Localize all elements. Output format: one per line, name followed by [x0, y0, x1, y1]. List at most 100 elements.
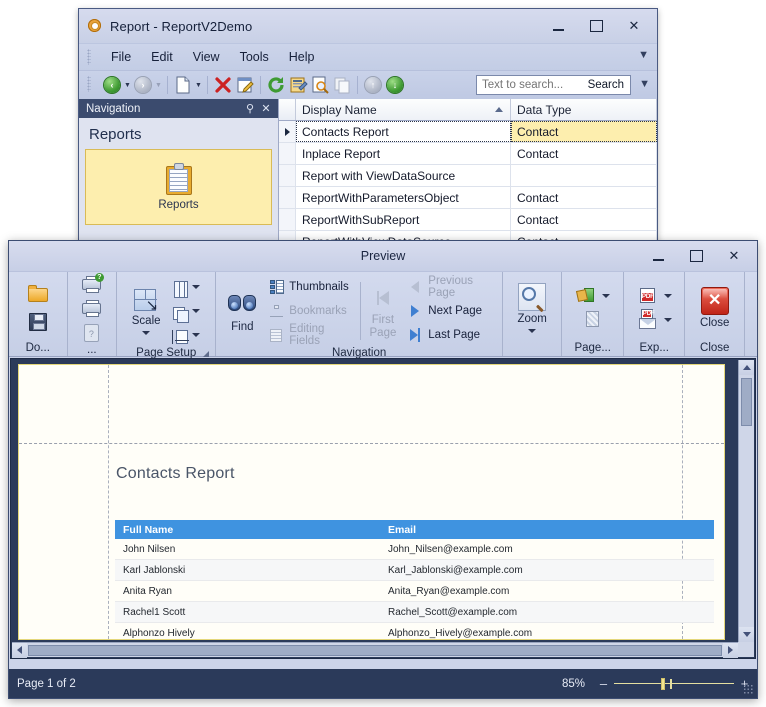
close-icon[interactable]: ✕: [258, 102, 274, 115]
next-page-button[interactable]: Next Page: [405, 299, 496, 323]
save-record-icon[interactable]: [288, 75, 308, 95]
email-pdf-button[interactable]: PDF: [635, 308, 674, 332]
preview-titlebar[interactable]: Preview ✕: [9, 241, 757, 271]
vertical-scroll-thumb[interactable]: [741, 378, 752, 426]
resize-grip[interactable]: [743, 684, 753, 694]
close-button[interactable]: ✕: [715, 243, 753, 269]
find-button[interactable]: Find: [222, 289, 262, 334]
chevron-down-icon[interactable]: [663, 317, 672, 322]
grid-header-row: Display Name Data Type: [279, 99, 657, 121]
search-button[interactable]: Search: [582, 79, 630, 91]
zoom-slider-thumb[interactable]: [661, 677, 665, 690]
previous-page-button: Previous Page: [405, 275, 496, 299]
chevron-down-icon[interactable]: [663, 293, 672, 298]
delete-icon[interactable]: [213, 75, 233, 95]
email-pdf-icon: PDF: [637, 308, 659, 331]
pin-icon[interactable]: ⚲: [242, 102, 258, 115]
horizontal-scrollbar[interactable]: [12, 642, 738, 658]
close-preview-button[interactable]: ✕ Close: [692, 285, 738, 330]
chevron-up-icon: [742, 365, 751, 370]
export-pdf-button[interactable]: PDF: [635, 284, 674, 308]
search-input[interactable]: [477, 79, 582, 91]
reports-grid: Display Name Data Type Contacts Report C…: [279, 99, 657, 249]
page-color-button[interactable]: [573, 284, 612, 308]
copy-icon: [332, 75, 352, 95]
toolbar-separator: [167, 76, 168, 94]
table-row[interactable]: Report with ViewDataSource: [279, 165, 657, 187]
minimize-button[interactable]: [639, 243, 677, 269]
move-down-icon[interactable]: ↓: [385, 75, 405, 95]
back-icon[interactable]: ‹: [102, 75, 122, 95]
table-row[interactable]: Contacts Report Contact: [279, 121, 657, 143]
zoom-button[interactable]: Zoom: [509, 281, 555, 333]
table-row[interactable]: ReportWithSubReport Contact: [279, 209, 657, 231]
table-row[interactable]: ReportWithParametersObject Contact: [279, 187, 657, 209]
menu-item-edit[interactable]: Edit: [141, 47, 183, 67]
page-setup-small-buttons: [169, 275, 202, 347]
current-row-icon: [284, 127, 290, 136]
scroll-left-button[interactable]: [12, 642, 27, 658]
chevron-down-icon[interactable]: [192, 285, 201, 289]
toolbar-grip[interactable]: [87, 76, 91, 92]
chevron-down-icon[interactable]: [192, 309, 201, 313]
margins-button[interactable]: [169, 323, 202, 347]
vertical-scrollbar[interactable]: [738, 360, 754, 642]
horizontal-scroll-thumb[interactable]: [28, 644, 722, 656]
dialog-launcher-icon[interactable]: [203, 351, 210, 357]
page-orientation-button[interactable]: [169, 275, 202, 299]
toolbar-overflow-icon[interactable]: ▼: [639, 78, 650, 90]
margin-guide-top: [19, 443, 724, 444]
maximize-button[interactable]: [577, 13, 615, 39]
print-preview-icon[interactable]: ?: [81, 273, 104, 296]
close-button[interactable]: ✕: [615, 13, 653, 39]
report-cell-email: John_Nilsen@example.com: [388, 543, 513, 555]
preview-document-area[interactable]: Contacts Report Full Name Email John Nil…: [10, 358, 756, 659]
close-icon: ✕: [728, 248, 740, 263]
grid-indicator-header: [279, 99, 296, 120]
menu-item-tools[interactable]: Tools: [230, 47, 279, 67]
scroll-right-button[interactable]: [723, 642, 738, 658]
watermark-button[interactable]: [580, 308, 606, 332]
menu-item-file[interactable]: File: [101, 47, 141, 67]
magnifier-icon: [518, 283, 547, 312]
save-floppy-icon[interactable]: [27, 311, 49, 333]
find-icon[interactable]: [310, 75, 330, 95]
minimize-button[interactable]: [539, 13, 577, 39]
move-up-icon: ↑: [363, 75, 383, 95]
nav-card-reports[interactable]: Reports: [85, 149, 272, 225]
back-dropdown-icon[interactable]: ▼: [123, 75, 132, 95]
zoom-slider-track[interactable]: [614, 677, 734, 690]
zoom-out-button[interactable]: –: [599, 676, 608, 691]
next-page-icon: [407, 303, 423, 319]
clipboard-icon: ?: [81, 322, 103, 344]
table-row[interactable]: Inplace Report Contact: [279, 143, 657, 165]
paper-size-button[interactable]: [169, 299, 202, 323]
scroll-up-button[interactable]: [739, 360, 754, 375]
main-window-titlebar[interactable]: Report - ReportV2Demo ✕: [79, 9, 657, 43]
new-dropdown-icon[interactable]: ▼: [194, 75, 203, 95]
chevron-down-icon[interactable]: [602, 293, 611, 298]
scale-button[interactable]: ↘ Scale: [123, 287, 169, 335]
refresh-icon[interactable]: [266, 75, 286, 95]
zoom-slider[interactable]: – +: [599, 676, 749, 691]
grid-column-display-name[interactable]: Display Name: [296, 99, 511, 120]
margin-guide-left: [108, 365, 109, 639]
scroll-down-button[interactable]: [739, 627, 754, 642]
edit-icon[interactable]: [235, 75, 255, 95]
menu-item-help[interactable]: Help: [279, 47, 325, 67]
ribbon-group-page-setup: ↘ Scale Page Setup: [116, 272, 215, 359]
main-body: Navigation ⚲ ✕ Reports Reports Display N…: [79, 99, 657, 249]
open-folder-icon[interactable]: [27, 283, 49, 305]
menu-item-view[interactable]: View: [183, 47, 230, 67]
last-page-button[interactable]: Last Page: [405, 323, 496, 347]
quick-print-icon[interactable]: [81, 298, 103, 320]
grid-column-data-type[interactable]: Data Type: [511, 99, 657, 120]
menubar-overflow-icon[interactable]: ▼: [638, 49, 649, 61]
new-icon[interactable]: [173, 75, 193, 95]
chevron-down-icon[interactable]: [192, 333, 201, 337]
watermark-icon: [582, 309, 604, 331]
report-column-email: Email: [388, 523, 417, 536]
thumbnails-button[interactable]: Thumbnails: [266, 275, 351, 299]
menubar-grip[interactable]: [87, 49, 91, 65]
maximize-button[interactable]: [677, 243, 715, 269]
